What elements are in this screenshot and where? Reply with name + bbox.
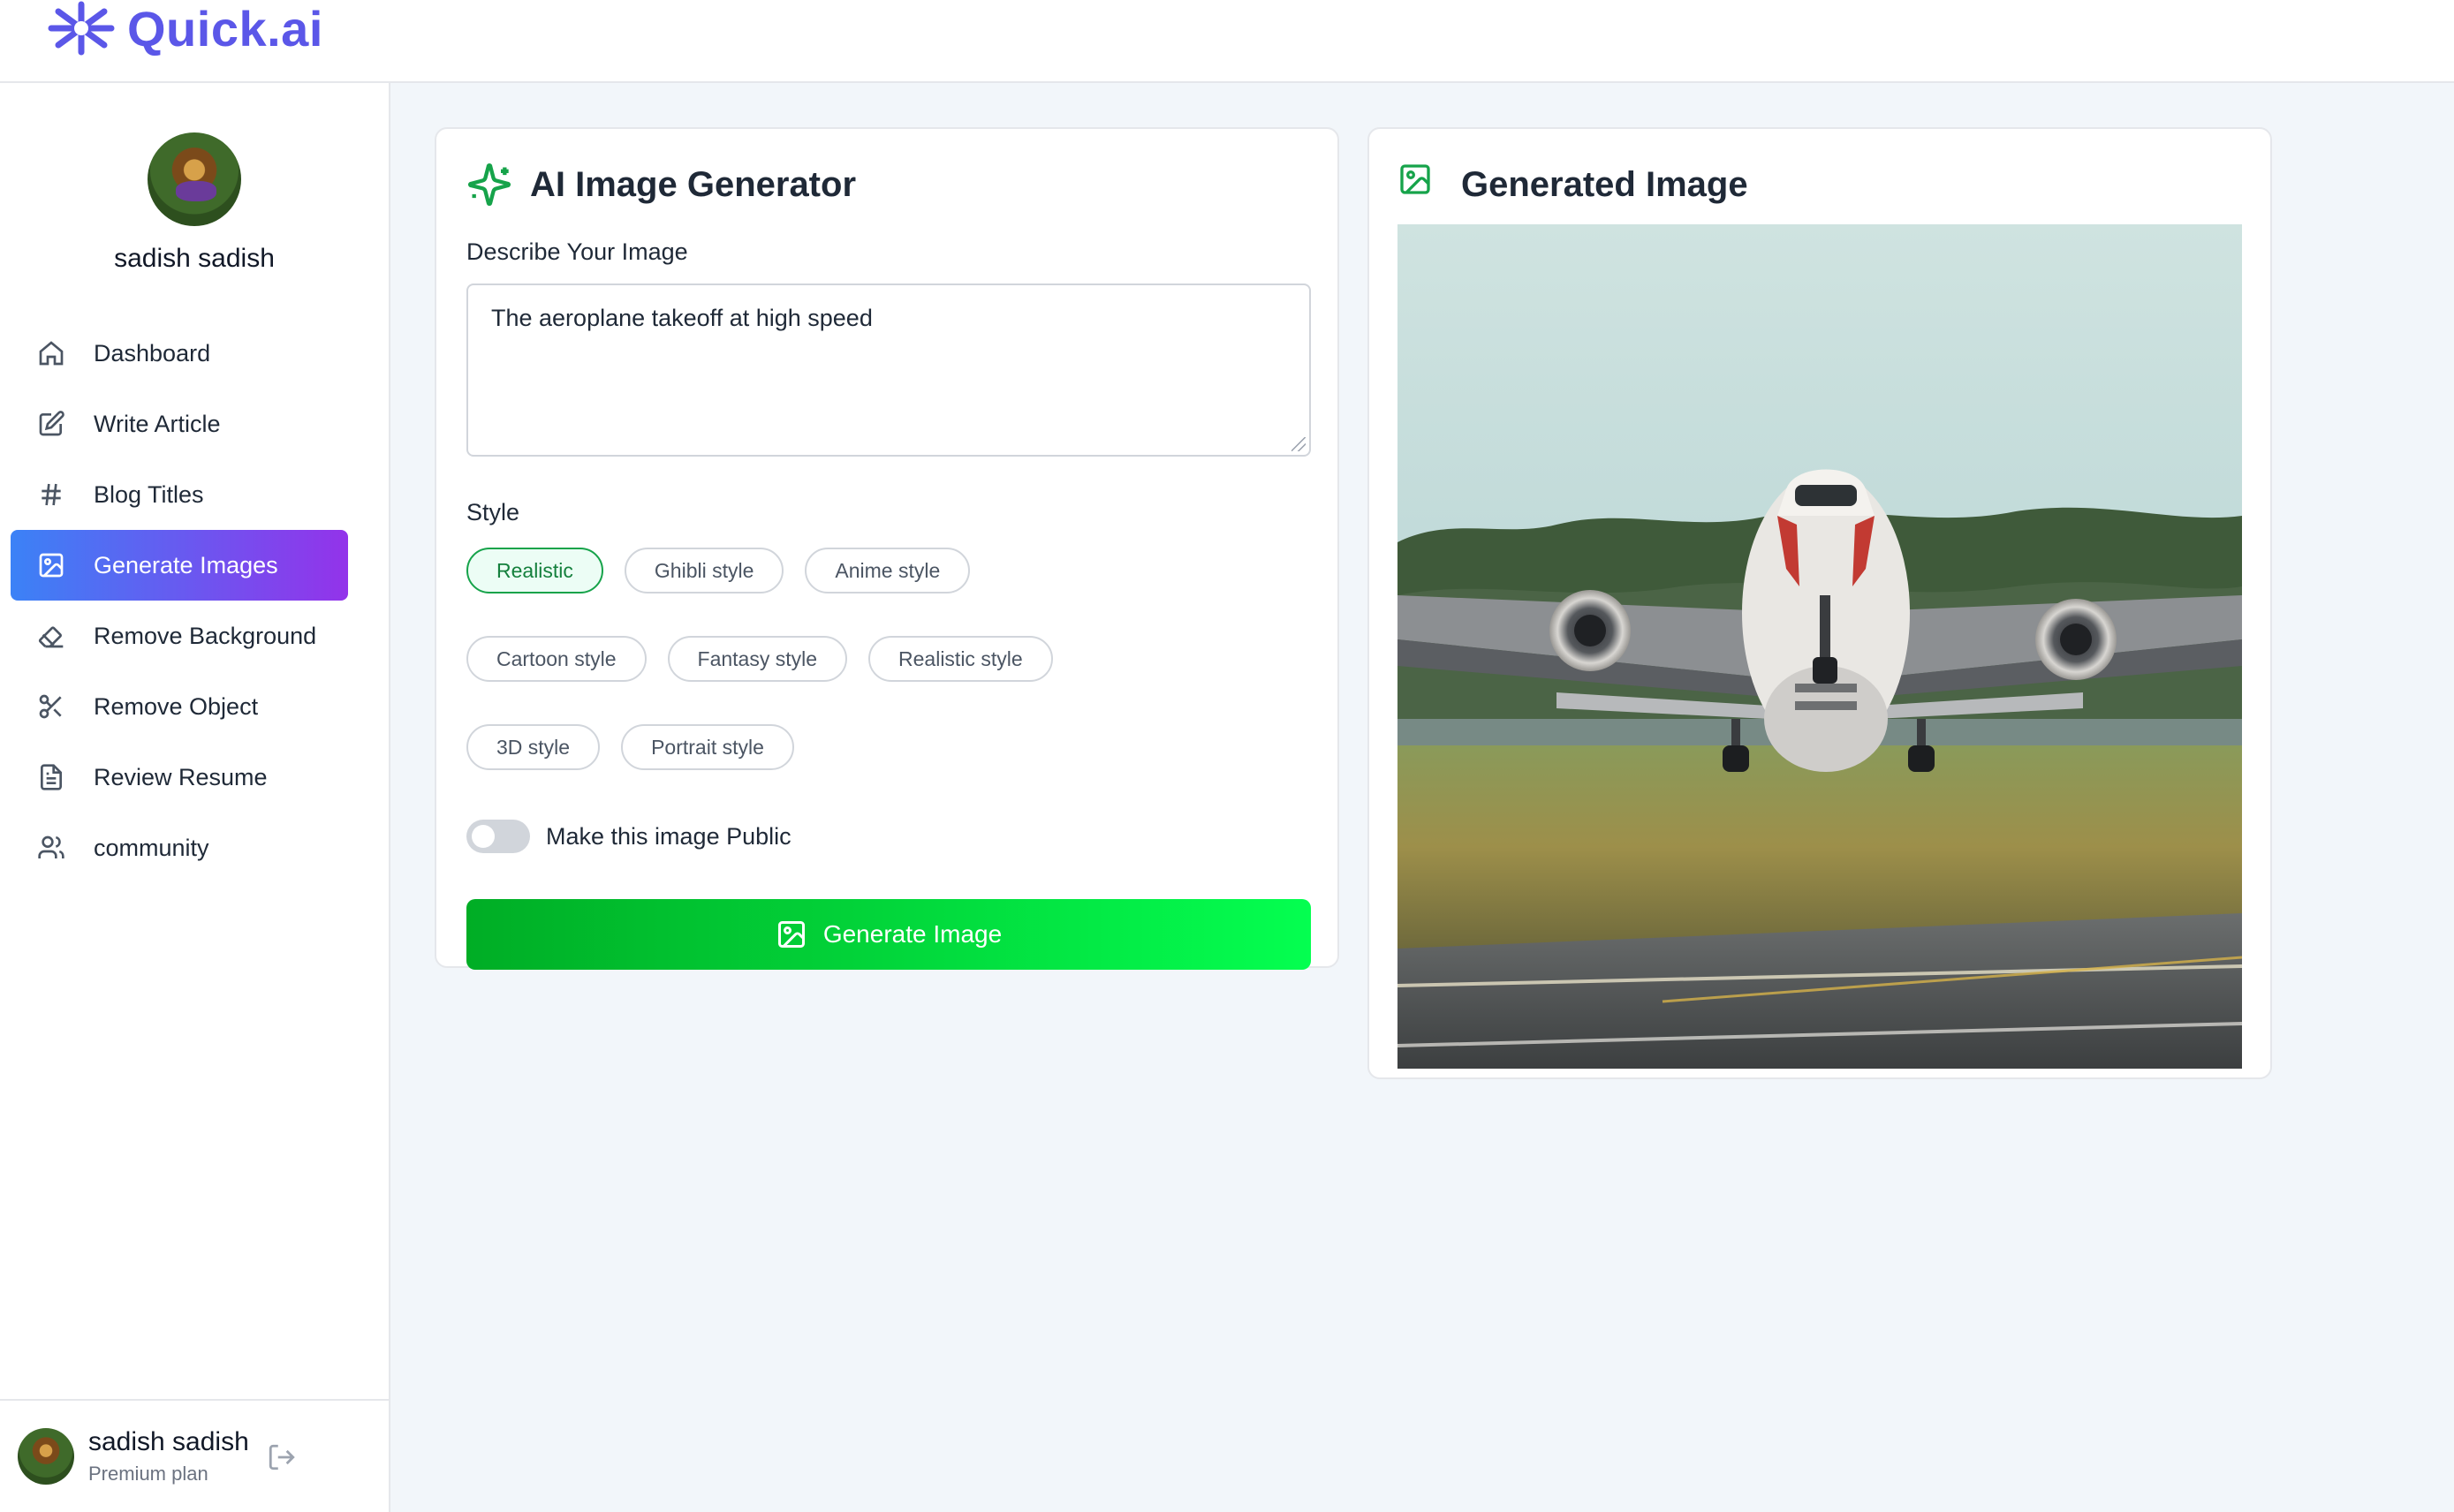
style-chip-realistic[interactable]: Realistic bbox=[466, 548, 603, 593]
logout-icon[interactable] bbox=[267, 1442, 297, 1477]
style-chip-fantasy[interactable]: Fantasy style bbox=[667, 636, 848, 682]
sidebar-item-review-resume[interactable]: Review Resume bbox=[11, 742, 348, 813]
prompt-text: The aeroplane takeoff at high speed bbox=[491, 305, 873, 331]
footer-user-name: sadish sadish bbox=[88, 1427, 249, 1456]
eraser-icon bbox=[35, 620, 67, 652]
sidebar-item-label: Write Article bbox=[94, 410, 221, 437]
sidebar-item-label: Generate Images bbox=[94, 551, 278, 578]
sidebar-item-remove-background[interactable]: Remove Background bbox=[11, 601, 348, 671]
home-icon bbox=[35, 337, 67, 369]
image-icon bbox=[35, 549, 67, 581]
footer-user-info: sadish sadish Premium plan bbox=[88, 1427, 249, 1486]
top-bar: Quick.ai bbox=[0, 0, 2454, 83]
app-logo[interactable]: Quick.ai bbox=[48, 0, 323, 57]
sidebar-item-remove-object[interactable]: Remove Object bbox=[11, 671, 348, 742]
sidebar-item-write-article[interactable]: Write Article bbox=[11, 389, 348, 459]
prompt-label: Describe Your Image bbox=[466, 238, 688, 265]
generator-header: AI Image Generator bbox=[466, 157, 1307, 212]
profile-section: sadish sadish bbox=[0, 83, 389, 274]
style-chip-portrait[interactable]: Portrait style bbox=[621, 724, 794, 770]
public-toggle-label: Make this image Public bbox=[546, 822, 791, 850]
generated-image[interactable] bbox=[1397, 224, 2242, 1069]
style-chip-3d[interactable]: 3D style bbox=[466, 724, 601, 770]
image-generator-card: AI Image Generator Describe Your Image T… bbox=[435, 127, 1339, 970]
style-options: Realistic Ghibli style Anime style Carto… bbox=[466, 548, 1314, 770]
sidebar-item-label: Remove Object bbox=[94, 692, 259, 720]
style-chip-cartoon[interactable]: Cartoon style bbox=[466, 636, 647, 682]
generate-button-label: Generate Image bbox=[822, 920, 1003, 948]
sidebar-item-dashboard[interactable]: Dashboard bbox=[11, 318, 348, 389]
file-text-icon bbox=[35, 761, 67, 793]
profile-name: sadish sadish bbox=[114, 244, 275, 273]
public-toggle[interactable] bbox=[466, 820, 530, 853]
sidebar-item-label: Blog Titles bbox=[94, 480, 204, 508]
users-icon bbox=[35, 832, 67, 864]
sidebar: sadish sadish Dashboard Write Article Bl… bbox=[0, 83, 390, 1512]
image-icon bbox=[1397, 162, 1443, 208]
sidebar-footer: sadish sadish Premium plan bbox=[0, 1399, 389, 1512]
sparkle-logo-icon bbox=[48, 0, 115, 57]
generate-image-button[interactable]: Generate Image bbox=[466, 899, 1311, 970]
user-avatar[interactable] bbox=[148, 132, 241, 226]
image-icon bbox=[776, 919, 823, 950]
app-name: Quick.ai bbox=[127, 0, 323, 57]
resize-handle-icon[interactable] bbox=[1291, 437, 1306, 451]
sidebar-nav: Dashboard Write Article Blog Titles Gene… bbox=[0, 318, 389, 883]
style-chip-ghibli[interactable]: Ghibli style bbox=[624, 548, 784, 593]
hash-icon bbox=[35, 479, 67, 510]
footer-plan: Premium plan bbox=[88, 1463, 208, 1485]
generated-image-card: Generated Image bbox=[1367, 127, 2272, 1079]
sidebar-item-blog-titles[interactable]: Blog Titles bbox=[11, 459, 348, 530]
result-title: Generated Image bbox=[1461, 164, 1748, 204]
sparkles-icon bbox=[466, 162, 512, 208]
footer-avatar[interactable] bbox=[18, 1428, 74, 1485]
sidebar-item-community[interactable]: community bbox=[11, 813, 348, 883]
sidebar-item-label: Dashboard bbox=[94, 339, 211, 367]
sidebar-item-generate-images[interactable]: Generate Images bbox=[11, 530, 348, 601]
style-label: Style bbox=[466, 499, 520, 525]
style-chip-realistic-style[interactable]: Realistic style bbox=[868, 636, 1053, 682]
edit-icon bbox=[35, 408, 67, 440]
sidebar-item-label: community bbox=[94, 834, 209, 861]
generator-title: AI Image Generator bbox=[530, 164, 857, 204]
style-chip-anime[interactable]: Anime style bbox=[805, 548, 971, 593]
result-header: Generated Image bbox=[1397, 157, 2242, 212]
prompt-textarea[interactable]: The aeroplane takeoff at high speed bbox=[466, 284, 1311, 457]
sidebar-item-label: Review Resume bbox=[94, 763, 268, 790]
sidebar-item-label: Remove Background bbox=[94, 622, 317, 649]
public-toggle-row: Make this image Public bbox=[466, 820, 1307, 853]
scissors-icon bbox=[35, 691, 67, 722]
